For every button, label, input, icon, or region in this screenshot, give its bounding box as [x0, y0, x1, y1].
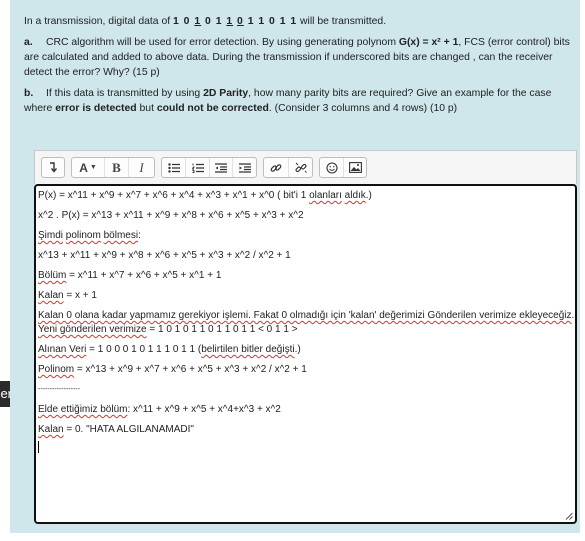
- answer-line: Polinom = x^13 + x^9 + x^7 + x^6 + x^5 +…: [38, 364, 307, 375]
- question-text: In a transmission, digital data of 1 0 1…: [24, 14, 576, 122]
- text-caret: [38, 441, 39, 453]
- outdent-icon[interactable]: [208, 158, 233, 177]
- question-panel: In a transmission, digital data of 1 0 1…: [10, 0, 580, 533]
- answer-line: x^2 . P(x) = x^13 + x^11 + x^9 + x^8 + x…: [38, 210, 304, 221]
- answer-line: Kalan 0 olana kadar yapmamız gerekiyor i…: [38, 310, 575, 321]
- answer-editor: A ▼ B I P(x) = x^11 + x^9 + x^7 + x^6 + …: [34, 150, 577, 524]
- resize-handle-icon[interactable]: [565, 512, 573, 520]
- answer-line: ------------------: [38, 386, 80, 393]
- answer-line: P(x) = x^11 + x^9 + x^7 + x^6 + x^4 + x^…: [38, 190, 372, 201]
- answer-line: Alınan Veri = 1 0 0 0 1 0 1 1 1 0 1 1 (b…: [38, 344, 301, 355]
- italic-button[interactable]: I: [128, 158, 154, 177]
- question-b: b. If this data is transmitted by using 2…: [24, 88, 552, 114]
- toolbar-group-text: A ▼ B I: [71, 157, 155, 178]
- font-style-dropdown[interactable]: A ▼: [72, 158, 104, 177]
- ordered-list-icon[interactable]: [185, 158, 209, 177]
- toolbar-group-format: [41, 157, 65, 178]
- answer-line: x^13 + x^11 + x^9 + x^8 + x^6 + x^5 + x^…: [38, 250, 291, 261]
- link-icon[interactable]: [264, 158, 288, 177]
- editor-toolbar: A ▼ B I: [34, 150, 577, 184]
- caret-down-icon: ▼: [89, 164, 97, 171]
- transmitted-data: 1 0 1 0 1 1 0 1 1 0 1 1: [173, 16, 298, 27]
- image-icon[interactable]: [343, 158, 366, 177]
- question-a-label: a.: [24, 37, 33, 48]
- unordered-list-icon[interactable]: [162, 158, 185, 177]
- answer-line: Kalan = x + 1: [38, 290, 97, 301]
- generator-polynom: G(x) = x² + 1: [398, 37, 459, 48]
- toolbar-group-insert: [319, 157, 367, 178]
- question-a: a. CRC algorithm will be used for error d…: [24, 37, 570, 78]
- answer-line: Şimdi polinom bölmesi:: [38, 230, 141, 241]
- toolbar-group-lists: [161, 157, 257, 178]
- answer-line: Kalan = 0. "HATA ALGILANAMADI": [38, 424, 194, 435]
- toolbar-group-links: [263, 157, 313, 178]
- indent-icon[interactable]: [232, 158, 256, 177]
- answer-content[interactable]: P(x) = x^11 + x^9 + x^7 + x^6 + x^4 + x^…: [34, 184, 577, 524]
- answer-line: Bölüm = x^11 + x^7 + x^6 + x^5 + x^1 + 1: [38, 270, 222, 281]
- question-b-label: b.: [24, 88, 34, 99]
- bold-button[interactable]: B: [104, 158, 128, 177]
- question-intro: In a transmission, digital data of 1 0 1…: [24, 16, 387, 27]
- emoji-icon[interactable]: [320, 158, 343, 177]
- answer-line: Yeni gönderilen verimize = 1 0 1 0 1 1 0…: [38, 324, 298, 335]
- format-arrow-icon[interactable]: [42, 158, 64, 177]
- unlink-icon[interactable]: [288, 158, 312, 177]
- answer-line: Elde ettiğimiz bölüm: x^11 + x^9 + x^5 +…: [38, 404, 281, 415]
